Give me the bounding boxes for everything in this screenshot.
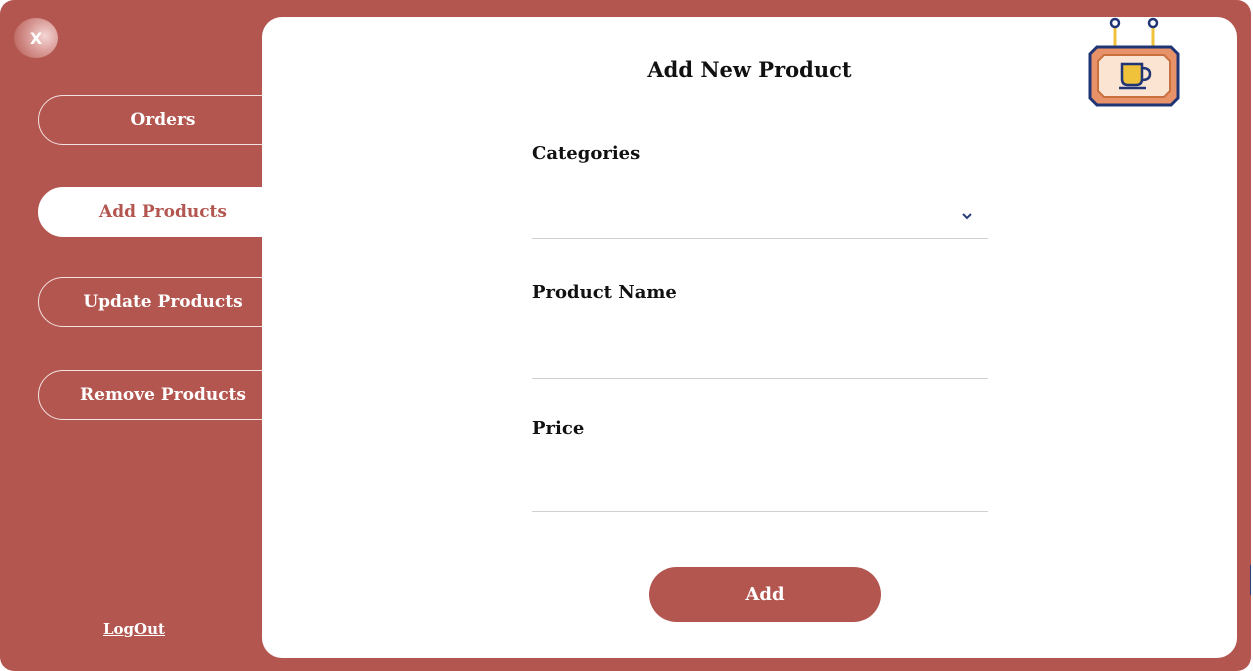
sidebar-item-update-products[interactable]: Update Products [38, 277, 298, 327]
product-name-input[interactable] [532, 335, 992, 371]
product-name-label: Product Name [532, 282, 677, 303]
price-label: Price [532, 418, 585, 439]
scrollbar-marker [1250, 565, 1251, 595]
categories-select[interactable] [532, 197, 988, 231]
categories-underline [532, 238, 988, 239]
categories-label: Categories [532, 143, 641, 164]
price-input[interactable] [532, 469, 992, 505]
product-name-underline [532, 378, 988, 379]
sidebar-item-label: Update Products [83, 292, 243, 312]
coffee-shop-sign-icon [1088, 17, 1180, 107]
sidebar-item-label: Remove Products [80, 385, 246, 405]
close-button[interactable]: X [14, 18, 58, 58]
sidebar-item-label: Orders [130, 110, 196, 130]
sidebar-item-orders[interactable]: Orders [38, 95, 298, 145]
sidebar-item-add-products[interactable]: Add Products [38, 187, 298, 237]
price-underline [532, 511, 988, 512]
close-label: X [29, 28, 43, 48]
sidebar-item-label: Add Products [99, 202, 227, 222]
add-button-label: Add [745, 584, 785, 605]
app-window: X Orders Add Products Update Products Re… [0, 0, 1251, 671]
add-button[interactable]: Add [649, 567, 881, 622]
main-panel: Add New Product Categories Product Name … [262, 17, 1237, 658]
chevron-down-icon[interactable] [960, 209, 974, 223]
logout-link[interactable]: LogOut [103, 620, 165, 638]
sidebar-item-remove-products[interactable]: Remove Products [38, 370, 298, 420]
